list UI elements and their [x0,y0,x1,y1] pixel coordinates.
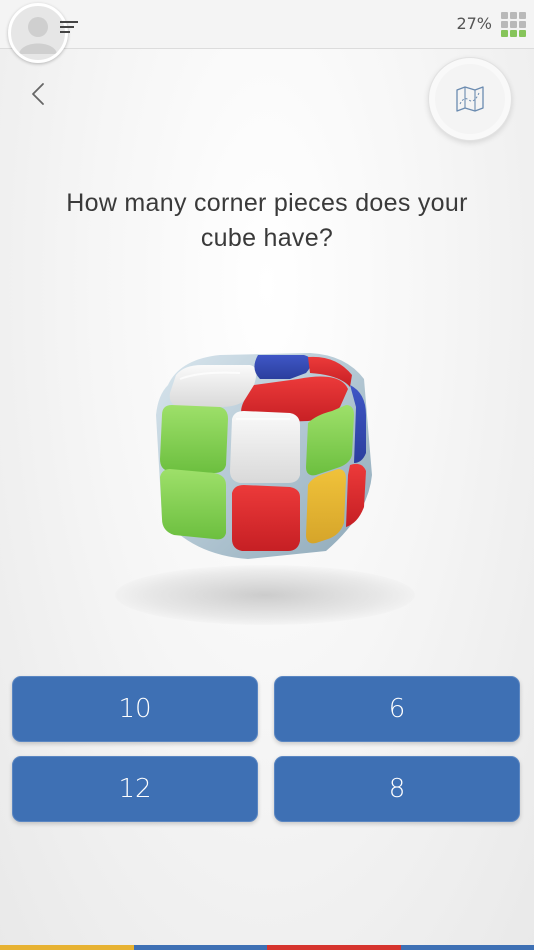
map-button[interactable] [428,57,512,141]
grid-icon[interactable] [501,12,527,38]
bottom-color-strip [0,945,534,950]
strip-red [267,945,401,950]
strip-blue [133,945,267,950]
menu-icon[interactable] [60,21,78,33]
strip-yellow [0,945,134,950]
cube-illustration [140,345,380,575]
avatar-silhouette [19,17,57,54]
answer-button-1[interactable]: 10 [12,676,258,742]
progress-percentage: 27% [456,14,492,33]
user-avatar-icon[interactable] [8,3,68,63]
map-icon [456,86,484,112]
strip-blue-2 [400,945,534,950]
chevron-left-icon [32,83,44,105]
answer-button-3[interactable]: 12 [12,756,258,822]
back-button[interactable] [26,80,50,108]
answer-button-2[interactable]: 6 [274,676,520,742]
top-bar: 27% [0,0,534,63]
question-text: How many corner pieces does your cube ha… [66,189,468,252]
answer-button-4[interactable]: 8 [274,756,520,822]
